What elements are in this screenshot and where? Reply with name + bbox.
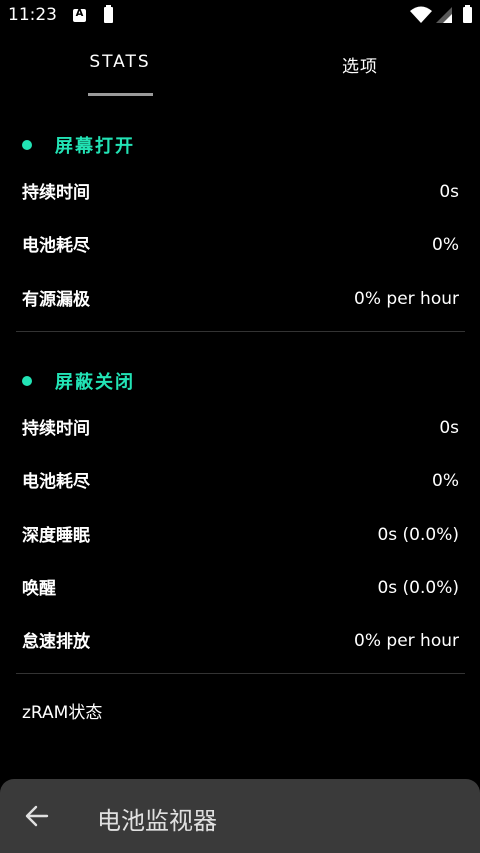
- tab-options[interactable]: 选项: [300, 52, 420, 82]
- section-divider: [16, 331, 465, 332]
- section-bullet-dot: [22, 140, 32, 150]
- stat-label: 有源漏极: [22, 290, 90, 310]
- stat-value: 0% per hour: [354, 289, 459, 309]
- section-divider: [16, 673, 465, 674]
- stat-row-awake: 唤醒 0s (0.0%): [0, 574, 480, 614]
- stat-row-screen-off-duration: 持续时间 0s: [0, 414, 480, 454]
- tab-stats[interactable]: STATS: [60, 52, 180, 82]
- notification-icon: A: [73, 8, 86, 22]
- section-screen-on-header: 屏幕打开: [0, 130, 480, 160]
- stat-value: 0% per hour: [354, 631, 459, 651]
- stat-row-screen-on-active-drain: 有源漏极 0% per hour: [0, 285, 480, 325]
- stat-value: 0s (0.0%): [377, 525, 459, 545]
- stat-value: 0%: [432, 471, 459, 491]
- stat-row-screen-on-drain: 电池耗尽 0%: [0, 231, 480, 271]
- status-time: 11:23: [8, 5, 57, 25]
- stat-row-idle-drain: 怠速排放 0% per hour: [0, 627, 480, 667]
- stat-label: 深度睡眠: [22, 526, 90, 546]
- battery-notification-icon: [104, 5, 113, 23]
- battery-icon: [463, 5, 472, 23]
- stat-label: 持续时间: [22, 419, 90, 439]
- stat-value: 0%: [432, 235, 459, 255]
- zram-status-label[interactable]: zRAM状态: [22, 698, 102, 723]
- section-screen-off-header: 屏蔽关闭: [0, 366, 480, 396]
- stat-row-screen-off-drain: 电池耗尽 0%: [0, 467, 480, 507]
- stat-row-deep-sleep: 深度睡眠 0s (0.0%): [0, 521, 480, 561]
- bottom-app-bar: 电池监视器: [0, 779, 480, 853]
- tab-indicator: [88, 93, 153, 96]
- cellular-signal-icon: [436, 7, 452, 23]
- status-bar: 11:23 A: [0, 0, 480, 32]
- section-screen-on-title: 屏幕打开: [55, 136, 135, 157]
- stat-label: 怠速排放: [22, 632, 90, 652]
- notification-icon-letter: A: [75, 8, 84, 19]
- stat-row-screen-on-duration: 持续时间 0s: [0, 178, 480, 218]
- section-bullet-dot: [22, 376, 32, 386]
- back-arrow-icon[interactable]: [24, 803, 50, 829]
- stat-label: 唤醒: [22, 579, 56, 599]
- stat-value: 0s: [439, 182, 459, 202]
- section-screen-off-title: 屏蔽关闭: [55, 372, 135, 393]
- stat-label: 持续时间: [22, 183, 90, 203]
- tab-bar: STATS 选项: [0, 40, 480, 96]
- stat-label: 电池耗尽: [22, 236, 90, 256]
- stat-value: 0s: [439, 418, 459, 438]
- stat-label: 电池耗尽: [22, 472, 90, 492]
- app-title: 电池监视器: [97, 807, 217, 835]
- stat-value: 0s (0.0%): [377, 578, 459, 598]
- wifi-icon: [410, 6, 432, 23]
